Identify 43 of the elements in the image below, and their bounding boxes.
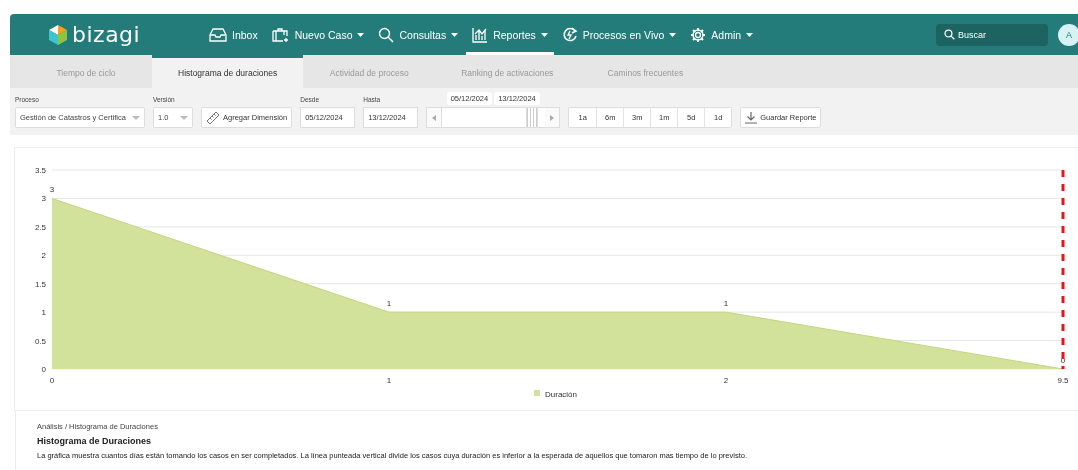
nav-item[interactable]: Admin xyxy=(684,14,760,55)
x-tick-label: 0 xyxy=(49,376,55,385)
caret-icon xyxy=(180,115,188,120)
inbox-icon xyxy=(209,26,227,43)
nav-item[interactable]: Nuevo Caso xyxy=(265,14,371,55)
search-icon xyxy=(944,28,955,40)
x-tick-label: 1 xyxy=(386,376,392,385)
tab[interactable]: Histograma de duraciones xyxy=(152,55,304,88)
ruler-icon xyxy=(206,110,220,125)
range-slider[interactable] xyxy=(426,107,561,128)
y-tick-label: 1 xyxy=(41,308,46,318)
chart-icon xyxy=(472,26,489,43)
download-icon xyxy=(745,111,758,124)
search-field[interactable]: Buscar xyxy=(936,23,1048,46)
y-tick-label: 2.5 xyxy=(34,222,46,232)
y-tick-label: 0.5 xyxy=(34,336,46,346)
y-tick-label: 2 xyxy=(41,251,46,261)
x-tick-label: 2 xyxy=(723,376,729,385)
caret-left-icon xyxy=(432,114,437,121)
legend-item[interactable]: Duración xyxy=(534,390,577,399)
nav-item[interactable]: Consultas xyxy=(372,14,465,55)
logo-icon xyxy=(48,23,68,46)
data-label: 1 xyxy=(386,299,392,309)
search-icon xyxy=(378,26,395,43)
y-tick-label: 3 xyxy=(41,194,46,204)
settings-icon xyxy=(690,26,707,43)
logo-text: bizagi xyxy=(72,22,141,47)
avatar[interactable]: A xyxy=(1058,23,1078,46)
y-tick-label: 0 xyxy=(41,365,46,374)
briefcase-icon xyxy=(271,26,290,43)
legend-label: Duración xyxy=(545,390,578,399)
caret-icon xyxy=(132,115,140,120)
data-label: 1 xyxy=(723,299,729,309)
caret-right-icon xyxy=(550,114,555,121)
description-title: Histograma de Duraciones xyxy=(37,436,153,446)
y-tick-label: 1.5 xyxy=(34,279,46,289)
x-tick-label: 9.5 xyxy=(1057,376,1069,385)
y-tick-label: 3.5 xyxy=(34,166,46,175)
refresh-icon xyxy=(561,26,578,43)
data-label: 3 xyxy=(49,185,55,195)
nav-item[interactable]: Inbox xyxy=(203,14,264,55)
nav-item[interactable]: Procesos en Vivo xyxy=(555,14,683,55)
slider-handle[interactable] xyxy=(526,108,538,127)
